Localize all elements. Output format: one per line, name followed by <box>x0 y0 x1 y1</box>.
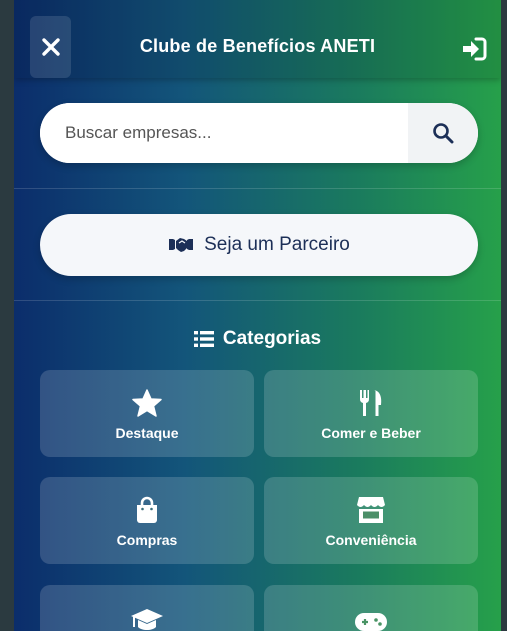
shopping-bag-icon <box>137 496 157 523</box>
categories-title: Categorias <box>222 328 322 349</box>
category-card-compras[interactable]: Compras <box>40 477 254 564</box>
partner-button-label: Seja um Parceiro <box>204 234 350 255</box>
search-button[interactable] <box>408 103 478 163</box>
search-icon <box>433 123 454 144</box>
category-label: Destaque <box>115 424 179 441</box>
backdrop-left <box>0 0 14 631</box>
search-input[interactable] <box>40 103 408 163</box>
store-icon <box>357 496 385 523</box>
handshake-icon <box>169 238 194 252</box>
divider <box>14 188 501 189</box>
category-card[interactable] <box>40 585 254 631</box>
star-icon <box>132 388 162 417</box>
divider <box>14 300 501 301</box>
category-card-conveniencia[interactable]: Conveniência <box>264 477 478 564</box>
graduation-cap-icon <box>131 609 163 630</box>
category-card-destaque[interactable]: Destaque <box>40 370 254 457</box>
category-card[interactable] <box>264 585 478 631</box>
categories-heading: Categorias <box>14 328 501 350</box>
sidebar-menu-panel: Clube de Benefícios ANETI Seja um Parcei… <box>14 0 501 631</box>
category-label: Compras <box>116 531 178 548</box>
menu-header: Clube de Benefícios ANETI <box>14 0 501 78</box>
gamepad-icon <box>355 613 387 631</box>
header-title: Clube de Benefícios ANETI <box>139 36 376 56</box>
search-bar <box>40 103 478 163</box>
category-label: Comer e Beber <box>321 424 421 441</box>
category-card-comer-e-beber[interactable]: Comer e Beber <box>264 370 478 457</box>
list-icon <box>193 331 214 347</box>
backdrop-right <box>501 0 507 631</box>
sign-in-icon <box>463 37 487 61</box>
login-button[interactable] <box>460 35 488 63</box>
utensils-icon <box>359 389 382 416</box>
category-label: Conveniência <box>325 531 417 548</box>
partner-button[interactable]: Seja um Parceiro <box>40 214 478 276</box>
